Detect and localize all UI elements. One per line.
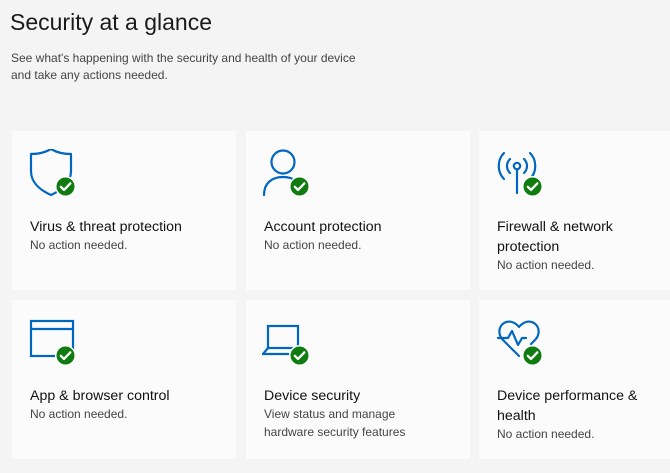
shield-icon [28, 149, 80, 201]
browser-window-icon [28, 318, 80, 370]
page-title: Security at a glance [10, 9, 213, 35]
card-device-performance-health[interactable]: Device performance & health No action ne… [479, 300, 670, 459]
subtitle-line-2: and take any actions needed. [11, 68, 168, 82]
subtitle-line-1: See what's happening with the security a… [11, 51, 356, 65]
card-status: No action needed. [264, 238, 362, 252]
card-virus-threat-protection[interactable]: Virus & threat protection No action need… [12, 131, 236, 290]
laptop-icon [262, 318, 314, 370]
card-text: Device performance & health No action ne… [497, 386, 637, 444]
card-text: Virus & threat protection No action need… [30, 217, 182, 255]
security-card-grid: Virus & threat protection No action need… [12, 131, 670, 473]
card-title-line-1: Device performance & [497, 388, 638, 404]
card-status: No action needed. [30, 407, 128, 421]
checkmark-badge-icon [522, 345, 543, 366]
checkmark-badge-icon [55, 176, 76, 197]
card-app-browser-control[interactable]: App & browser control No action needed. [12, 300, 236, 459]
card-text: Account protection No action needed. [264, 217, 382, 255]
heart-pulse-icon [495, 318, 547, 370]
card-title: App & browser control [30, 388, 170, 404]
card-text: Device security View status and manage h… [264, 386, 405, 441]
card-title: Device security [264, 388, 361, 404]
card-title-line-1: Firewall & network [497, 219, 613, 235]
checkmark-badge-icon [289, 345, 310, 366]
card-title-line-2: protection [497, 239, 560, 255]
card-status-line-2: hardware security features [264, 424, 406, 439]
card-status: No action needed. [497, 427, 595, 441]
card-firewall-network-protection[interactable]: Firewall & network protection No action … [479, 131, 670, 290]
page-subtitle: See what's happening with the security a… [11, 50, 391, 84]
card-text: Firewall & network protection No action … [497, 217, 613, 275]
card-status-line-1: View status and manage [264, 407, 396, 421]
checkmark-badge-icon [522, 176, 543, 197]
card-status: No action needed. [497, 258, 595, 272]
security-page: Security at a glance See what's happenin… [0, 0, 670, 473]
person-icon [262, 149, 314, 201]
checkmark-badge-icon [55, 345, 76, 366]
card-title: Virus & threat protection [30, 219, 182, 235]
wireless-antenna-icon [495, 149, 547, 201]
card-status: No action needed. [30, 238, 128, 252]
card-text: App & browser control No action needed. [30, 386, 170, 424]
checkmark-badge-icon [289, 176, 310, 197]
card-title-line-2: health [497, 408, 536, 424]
card-device-security[interactable]: Device security View status and manage h… [246, 300, 470, 459]
card-title: Account protection [264, 219, 382, 235]
card-account-protection[interactable]: Account protection No action needed. [246, 131, 470, 290]
